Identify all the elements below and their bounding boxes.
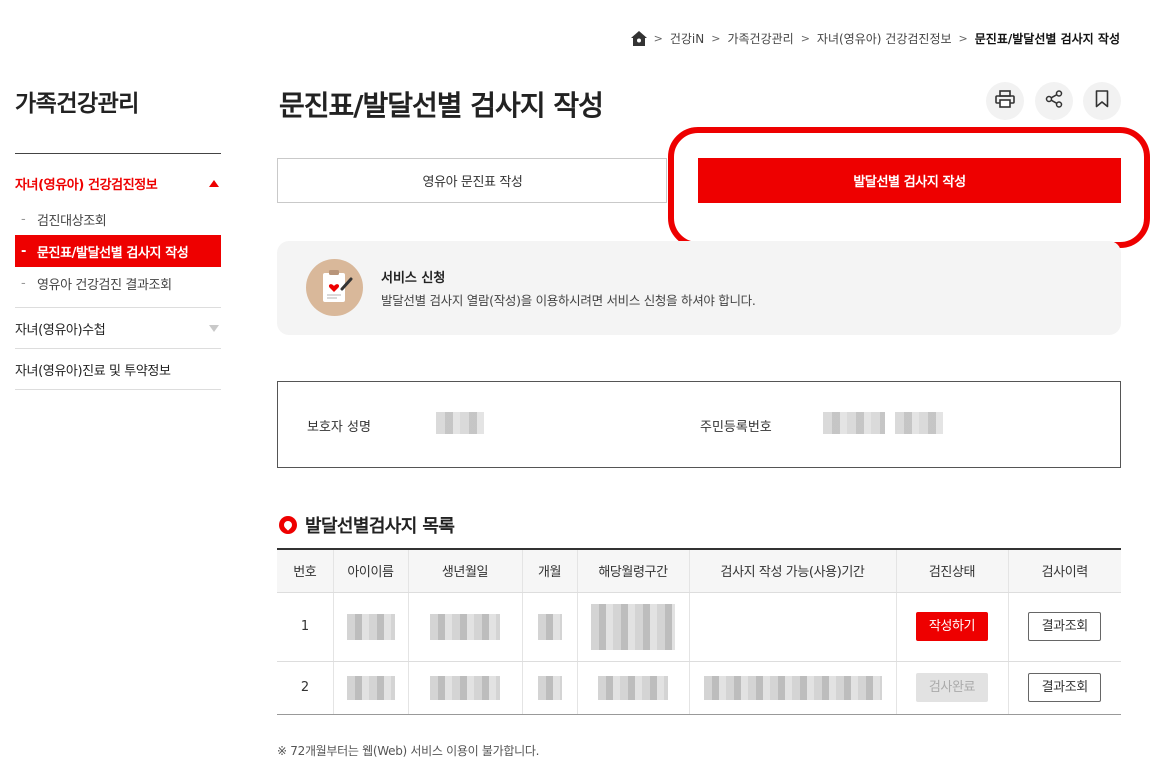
table-row: 1 작성하기 결과조회 (277, 592, 1121, 662)
breadcrumb-item[interactable]: 자녀(영유아) 건강검진정보 (817, 30, 952, 47)
age-range-redacted (576, 592, 689, 662)
share-icon (1045, 90, 1063, 112)
sidebar-group-header[interactable]: 자녀(영유아) 건강검진정보 (15, 163, 221, 203)
list-title-text: 발달선별검사지 목록 (305, 516, 455, 537)
page-title: 문진표/발달선별 검사지 작성 (279, 89, 604, 122)
share-button[interactable] (1035, 82, 1073, 120)
row-number: 2 (277, 661, 333, 715)
breadcrumb-current: 문진표/발달선별 검사지 작성 (974, 32, 1120, 46)
sidebar-group-header[interactable]: 자녀(영유아)수첩 (15, 308, 221, 348)
bookmark-button[interactable] (1083, 82, 1121, 120)
notice-title: 서비스 신청 (381, 271, 446, 286)
print-button[interactable] (986, 82, 1024, 120)
caret-up-icon (209, 179, 219, 187)
status-cell: 검사완료 (895, 661, 1008, 715)
chevron-right-icon: > (800, 32, 810, 45)
column-header: 번호 (277, 548, 333, 593)
column-header: 해당월령구간 (576, 548, 689, 593)
breadcrumb: > 건강iN > 가족건강관리 > 자녀(영유아) 건강검진정보 > 문진표/발… (630, 30, 1120, 47)
rrn-back-redacted (895, 412, 943, 434)
sidebar-group-checkup-info: 자녀(영유아) 건강검진정보 - 검진대상조회 - 문진표/발달선별 검사지 작… (15, 163, 221, 299)
home-icon[interactable] (630, 31, 647, 46)
table-row: 2 검사완료 결과조회 (277, 661, 1121, 715)
months-redacted (521, 661, 577, 715)
completed-button: 검사완료 (916, 673, 988, 702)
history-cell: 결과조회 (1007, 661, 1121, 715)
sidebar-divider (15, 153, 221, 154)
sidebar-title: 가족건강관리 (15, 91, 139, 117)
footnote: ※ 72개월부터는 웹(Web) 서비스 이용이 불가합니다. (277, 744, 540, 758)
dash-icon: - (21, 243, 26, 259)
sidebar-item-checkup-target[interactable]: - 검진대상조회 (15, 203, 221, 235)
age-range-redacted (576, 661, 689, 715)
service-notice: 서비스 신청 발달선별 검사지 열람(작성)을 이용하시려면 서비스 신청을 하… (277, 241, 1121, 335)
child-name-redacted (332, 661, 408, 715)
breadcrumb-item[interactable]: 가족건강관리 (727, 30, 793, 47)
column-header: 생년월일 (407, 548, 522, 593)
table-header-row: 번호 아이이름 생년월일 개월 해당월령구간 검사지 작성 가능(사용)기간 검… (277, 548, 1121, 593)
birthdate-redacted (407, 661, 522, 715)
chevron-right-icon: > (958, 32, 968, 45)
highlight-annotation (668, 127, 1150, 248)
view-results-button[interactable]: 결과조회 (1028, 612, 1102, 641)
usable-period (688, 592, 896, 662)
birthdate-redacted (407, 592, 522, 662)
dash-icon: - (21, 275, 26, 291)
child-name-redacted (332, 592, 408, 662)
tab-divider (666, 158, 667, 203)
sidebar-item-label: 문진표/발달선별 검사지 작성 (37, 245, 189, 261)
chevron-right-icon: > (653, 32, 663, 45)
view-results-button[interactable]: 결과조회 (1028, 673, 1102, 702)
guardian-name-label: 보호자 성명 (307, 420, 371, 435)
sidebar-group-handbook: 자녀(영유아)수첩 자녀(영유아)진료 및 투약정보 (15, 307, 221, 390)
sidebar-group-label: 자녀(영유아)수첩 (15, 322, 106, 338)
chevron-right-icon: > (711, 32, 721, 45)
row-number: 1 (277, 592, 333, 662)
sidebar-item-questionnaire[interactable]: - 문진표/발달선별 검사지 작성 (15, 235, 221, 267)
bookmark-icon (1095, 90, 1109, 112)
caret-down-icon (209, 324, 219, 332)
sidebar-divider (15, 389, 221, 390)
usable-period-redacted (688, 661, 896, 715)
notice-text: 발달선별 검사지 열람(작성)을 이용하시려면 서비스 신청을 하셔야 합니다. (381, 293, 756, 308)
sidebar-group-label: 자녀(영유아) 건강검진정보 (15, 177, 158, 193)
column-header: 검진상태 (895, 548, 1008, 593)
status-cell: 작성하기 (895, 592, 1008, 662)
column-header: 검사이력 (1007, 548, 1121, 593)
tab-infant-questionnaire[interactable]: 영유아 문진표 작성 (277, 158, 667, 203)
guardian-info-box: 보호자 성명 주민등록번호 (277, 381, 1121, 468)
breadcrumb-item[interactable]: 건강iN (670, 30, 704, 47)
screening-list-table: 번호 아이이름 생년월일 개월 해당월령구간 검사지 작성 가능(사용)기간 검… (277, 548, 1121, 715)
guardian-name-value-redacted (436, 412, 484, 434)
column-header: 아이이름 (332, 548, 408, 593)
sidebar-group-label: 자녀(영유아)진료 및 투약정보 (15, 363, 171, 379)
column-header: 검사지 작성 가능(사용)기간 (688, 548, 896, 593)
rrn-label: 주민등록번호 (700, 420, 772, 435)
rrn-front-redacted (823, 412, 885, 434)
print-icon (995, 90, 1015, 112)
sidebar-group-header[interactable]: 자녀(영유아)진료 및 투약정보 (15, 349, 221, 389)
list-section-title: 발달선별검사지 목록 (279, 512, 455, 538)
heart-badge-icon (279, 516, 297, 534)
months-redacted (521, 592, 577, 662)
history-cell: 결과조회 (1007, 592, 1121, 662)
column-header: 개월 (521, 548, 577, 593)
sidebar-item-label: 영유아 건강검진 결과조회 (37, 277, 172, 293)
sidebar-item-checkup-results[interactable]: - 영유아 건강검진 결과조회 (15, 267, 221, 299)
dash-icon: - (21, 211, 26, 227)
clipboard-icon (306, 259, 363, 316)
sidebar-item-label: 검진대상조회 (37, 213, 107, 229)
write-button[interactable]: 작성하기 (916, 612, 988, 641)
